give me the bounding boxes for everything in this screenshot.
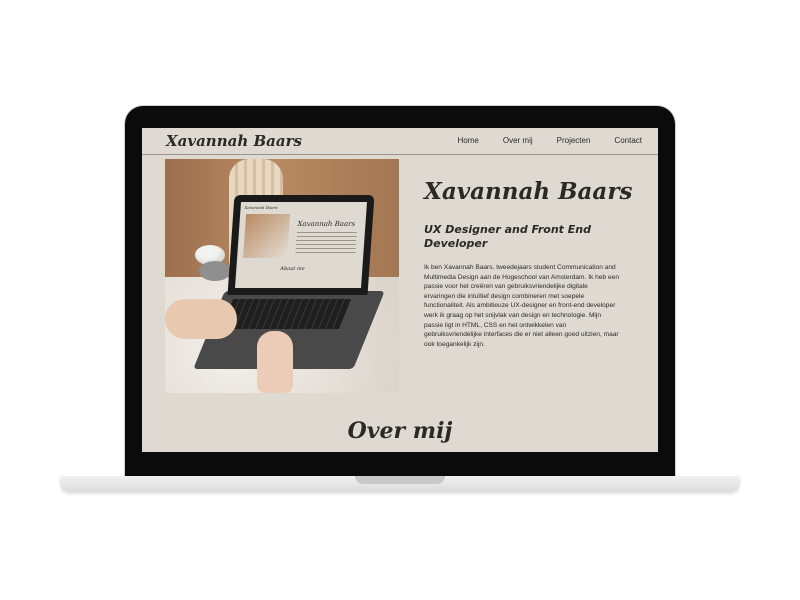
mini-title: Xavannah Baars bbox=[297, 220, 356, 228]
site-logo[interactable]: Xavannah Baars bbox=[166, 132, 302, 150]
mini-about: About me bbox=[280, 266, 305, 272]
photo-mini-site: Xavannah Baars Xavannah Baars About me bbox=[234, 202, 368, 288]
section-title-over-mij: Over mij bbox=[347, 418, 453, 444]
main-nav: Home Over mij Projecten Contact bbox=[458, 136, 643, 145]
nav-contact[interactable]: Contact bbox=[614, 136, 642, 145]
mini-text-lines bbox=[295, 232, 357, 256]
hero-bio: Ik ben Xavannah Baars, tweedejaars stude… bbox=[424, 264, 619, 348]
photo-hand bbox=[165, 299, 237, 339]
hero-photo: Xavannah Baars Xavannah Baars About me bbox=[165, 159, 399, 393]
photo-stone bbox=[199, 261, 231, 281]
nav-home[interactable]: Home bbox=[458, 136, 479, 145]
photo-laptop-screen: Xavannah Baars Xavannah Baars About me bbox=[227, 195, 375, 295]
hero-role: UX Designer and Front End Developer bbox=[424, 223, 591, 250]
photo-hand bbox=[257, 331, 293, 393]
mini-image bbox=[243, 214, 291, 258]
mini-brand: Xavannah Baars bbox=[244, 205, 278, 210]
hero-name: Xavannah Baars bbox=[424, 178, 633, 205]
laptop-notch bbox=[355, 476, 445, 484]
nav-projecten[interactable]: Projecten bbox=[557, 136, 591, 145]
laptop-screen: Xavannah Baars Home Over mij Projecten C… bbox=[142, 128, 658, 452]
photo-keyboard bbox=[220, 299, 352, 329]
nav-over-mij[interactable]: Over mij bbox=[503, 136, 533, 145]
site-header: Xavannah Baars Home Over mij Projecten C… bbox=[142, 128, 658, 155]
